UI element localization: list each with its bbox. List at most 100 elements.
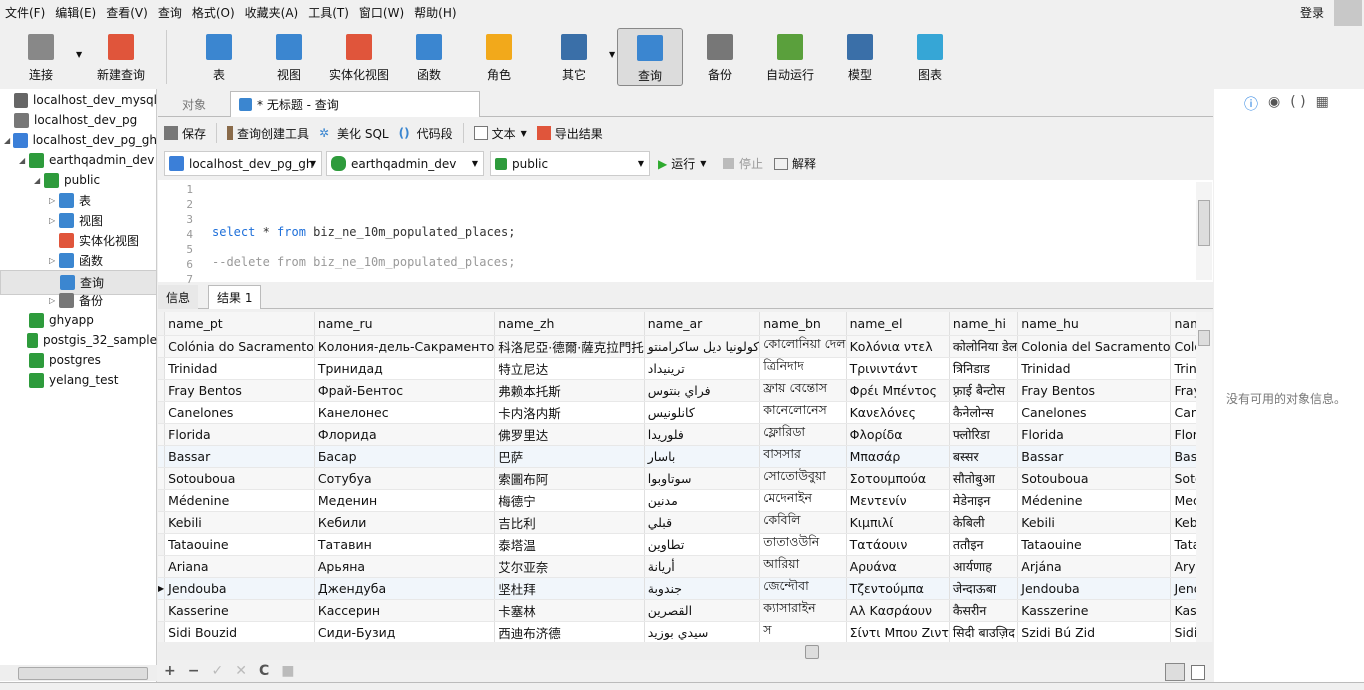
row-header[interactable] xyxy=(158,511,166,534)
table-cell[interactable]: Σίντι Μπου Ζιντ xyxy=(846,621,950,642)
table-cell[interactable]: Jendouba xyxy=(1017,577,1172,600)
table-cell[interactable]: Τατάουιν xyxy=(846,533,950,556)
table-cell[interactable]: Trinidad xyxy=(164,357,315,380)
grid-horizontal-scrollbar[interactable] xyxy=(158,642,1213,660)
table-cell[interactable]: القصرين xyxy=(644,599,761,622)
table-cell[interactable]: কানেলোনেস xyxy=(759,401,847,424)
explain-button[interactable]: 解释 xyxy=(774,155,816,172)
toolbar-chart-button[interactable]: 图表 xyxy=(897,28,963,86)
table-cell[interactable]: सौतोबुआ xyxy=(949,467,1019,490)
column-header[interactable]: name_el xyxy=(846,312,950,336)
table-cell[interactable]: Fray Bentos xyxy=(1170,379,1196,402)
table-row[interactable]: Kebili Кебили 吉比利 قبلي কেবিলি Κιμπιλί केबिली Ke… xyxy=(158,511,1196,534)
table-cell[interactable]: ततौइन xyxy=(949,533,1019,556)
info-icon[interactable]: ⓘ xyxy=(1244,94,1258,114)
toolbar-auto-run-button[interactable]: 自动运行 xyxy=(757,28,823,86)
schema-select[interactable]: public ▼ xyxy=(490,151,650,176)
expand-arrow-icon[interactable]: ▷ xyxy=(49,196,59,205)
table-cell[interactable]: Αρυάνα xyxy=(846,555,950,578)
row-header[interactable] xyxy=(158,489,166,512)
tree-item[interactable]: postgres xyxy=(0,350,157,370)
tree-item[interactable]: ◢ earthqadmin_dev xyxy=(0,150,157,170)
table-cell[interactable]: ত্রিনিদাদ xyxy=(759,357,847,380)
table-cell[interactable]: Trinidad xyxy=(1017,357,1172,380)
tree-item[interactable]: ▷ 表 xyxy=(0,190,157,210)
table-cell[interactable]: केबिली xyxy=(949,511,1019,534)
toolbar-role-button[interactable]: 角色 xyxy=(466,28,532,86)
table-cell[interactable]: Μεντενίν xyxy=(846,489,950,512)
table-cell[interactable]: फ़्राई बैन्टोस xyxy=(949,379,1019,402)
table-cell[interactable]: ক্যাসারাইন xyxy=(759,599,847,622)
table-cell[interactable]: Σοτουμπούα xyxy=(846,467,950,490)
sidebar-scroll-thumb[interactable] xyxy=(18,667,148,680)
table-cell[interactable]: تطاوين xyxy=(644,533,761,556)
row-header[interactable] xyxy=(158,599,166,622)
toolbar-table-button[interactable]: 表 xyxy=(186,28,252,86)
tree-item[interactable]: yelang_test xyxy=(0,370,157,390)
table-cell[interactable]: فراي بنتوس xyxy=(644,379,761,402)
table-cell[interactable]: قبلي xyxy=(644,511,761,534)
table-cell[interactable]: Tataouine xyxy=(1017,533,1172,556)
row-header[interactable] xyxy=(158,401,166,424)
menu-item[interactable]: 收藏夹(A) xyxy=(245,4,299,21)
table-cell[interactable]: Τζεντούμπα xyxy=(846,577,950,600)
discard-changes-icon[interactable]: ✕ xyxy=(235,663,247,679)
table-cell[interactable]: Φλορίδα xyxy=(846,423,950,446)
menu-item[interactable]: 编辑(E) xyxy=(55,4,96,21)
table-cell[interactable]: Médenine xyxy=(164,489,315,512)
table-row[interactable]: Fray Bentos Фрай-Бентос 弗赖本托斯 فراي بنتوس ফ্র… xyxy=(158,379,1196,402)
table-cell[interactable]: Bassar xyxy=(1017,445,1172,468)
row-header[interactable] xyxy=(158,445,166,468)
ddl-icon[interactable]: ◉ xyxy=(1268,94,1280,114)
row-header[interactable] xyxy=(158,357,166,380)
table-cell[interactable]: Меденин xyxy=(314,489,496,512)
table-cell[interactable]: 索圖布阿 xyxy=(494,467,645,490)
table-cell[interactable]: बस्सर xyxy=(949,445,1019,468)
table-cell[interactable]: Τρινιντάντ xyxy=(846,357,950,380)
table-cell[interactable]: 泰塔温 xyxy=(494,533,645,556)
table-cell[interactable]: باسار xyxy=(644,445,761,468)
table-cell[interactable]: Sidi Bouzid xyxy=(164,621,315,642)
menu-item[interactable]: 查看(V) xyxy=(106,4,148,21)
query-builder-button[interactable]: 查询创建工具 xyxy=(227,125,309,142)
beautify-sql-button[interactable]: ✲ 美化 SQL xyxy=(319,125,389,142)
expand-arrow-icon[interactable]: ◢ xyxy=(34,176,44,185)
column-header[interactable]: name_hi xyxy=(949,312,1019,336)
table-cell[interactable]: Колония-дель-Сакраменто xyxy=(314,335,496,358)
row-header[interactable] xyxy=(158,335,166,358)
tree-item[interactable]: ghyapp xyxy=(0,310,157,330)
toolbar-materialized-view-button[interactable]: 实体化视图 xyxy=(326,28,392,86)
table-cell[interactable]: Colonia del Sacramento xyxy=(1017,335,1172,358)
sql-editor[interactable]: 1 2 3 4 5 6 7 select * from biz_ne_10m_populate… xyxy=(158,180,1213,286)
table-cell[interactable]: তাতাওউনি xyxy=(759,533,847,556)
table-cell[interactable]: Bassar xyxy=(1170,445,1196,468)
apply-changes-icon[interactable]: ✓ xyxy=(211,663,223,679)
editor-scrollbar[interactable] xyxy=(1196,182,1212,280)
refresh-icon[interactable]: C xyxy=(259,663,269,679)
tree-item[interactable]: ◢ public xyxy=(0,170,157,190)
table-cell[interactable]: سوتاوبوا xyxy=(644,467,761,490)
column-header[interactable]: name_pt xyxy=(164,312,315,336)
table-cell[interactable]: कैसरीन xyxy=(949,599,1019,622)
text-dropdown-button[interactable]: 文本 ▼ xyxy=(473,125,527,142)
table-cell[interactable]: ترينيداد xyxy=(644,357,761,380)
table-cell[interactable]: Kasserine xyxy=(164,599,315,622)
add-record-icon[interactable]: + xyxy=(164,663,176,679)
table-cell[interactable]: मेडेनाइन xyxy=(949,489,1019,512)
table-cell[interactable]: Кассерин xyxy=(314,599,496,622)
stop-icon[interactable]: ■ xyxy=(281,663,294,679)
row-header[interactable] xyxy=(158,379,166,402)
table-cell[interactable]: Canelones xyxy=(1017,401,1172,424)
table-cell[interactable]: Trinidad xyxy=(1170,357,1196,380)
menu-item[interactable]: 格式(O) xyxy=(192,4,235,21)
tab-result-1[interactable]: 结果 1 xyxy=(208,285,262,309)
table-row[interactable]: Bassar Басар 巴萨 باسار বাসসার Μπασάρ बस्सर Bassa… xyxy=(158,445,1196,468)
tab-info[interactable]: 信息 xyxy=(158,285,199,309)
column-header[interactable]: name_ru xyxy=(314,312,496,336)
table-cell[interactable]: Фрай-Бентос xyxy=(314,379,496,402)
table-cell[interactable]: जेन्दाऊबा xyxy=(949,577,1019,600)
tab-query[interactable]: * 无标题 - 查询 xyxy=(230,91,480,117)
toolbar-new-query-button[interactable]: 新建查询 xyxy=(88,28,154,86)
tree-item[interactable]: localhost_dev_pg xyxy=(0,110,157,130)
row-header[interactable] xyxy=(158,621,166,642)
